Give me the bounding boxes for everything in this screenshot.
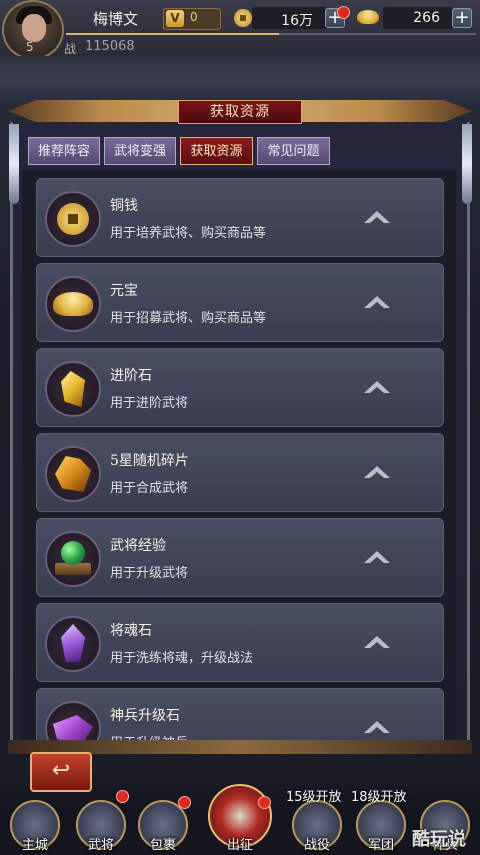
list-item[interactable]: 神兵升级石 用于升级神兵 xyxy=(36,688,444,744)
unlock-level-label: 15级开放 xyxy=(286,790,342,805)
nav-label: 战役 xyxy=(303,838,330,853)
player-level: 5 xyxy=(26,40,34,54)
item-title: 武将经验 xyxy=(110,538,166,554)
ingot-value: 266 xyxy=(413,10,440,26)
exp-orb-icon xyxy=(45,531,101,587)
player-name: 梅博文 xyxy=(93,10,139,28)
list-item[interactable]: 进阶石 用于进阶武将 xyxy=(36,348,444,427)
tab-faq[interactable]: 常见问题 xyxy=(257,137,330,165)
expand-chevron-icon[interactable] xyxy=(362,462,392,482)
item-desc: 用于培养武将、购买商品等 xyxy=(110,226,267,241)
coin-icon xyxy=(234,9,252,27)
nav-label: 武将 xyxy=(87,838,114,853)
item-desc: 用于洗练将魂，升级战法 xyxy=(110,651,254,666)
background-scene xyxy=(0,56,480,106)
nav-label: 包裹 xyxy=(149,838,176,853)
expand-chevron-icon[interactable] xyxy=(362,292,392,312)
expand-chevron-icon[interactable] xyxy=(362,717,392,737)
nav-label: 军团 xyxy=(367,838,394,853)
right-tassel-ornament xyxy=(462,124,472,204)
expand-chevron-icon[interactable] xyxy=(362,632,392,652)
panel-title: 获取资源 xyxy=(178,100,302,124)
power-icon: 战 xyxy=(64,42,77,56)
soul-stone-icon xyxy=(45,616,101,672)
item-title: 铜钱 xyxy=(110,198,138,214)
back-button[interactable]: ↩ xyxy=(30,752,92,792)
left-tassel-ornament xyxy=(9,124,19,204)
fragment-icon xyxy=(45,446,101,502)
gold-ingot-icon xyxy=(45,276,101,332)
vip-box[interactable]: V 0 xyxy=(163,8,221,30)
add-ingots-button[interactable]: + xyxy=(452,8,472,28)
xp-bar-fill xyxy=(66,33,279,35)
tab-get-resources[interactable]: 获取资源 xyxy=(180,137,253,165)
item-title: 神兵升级石 xyxy=(110,708,180,724)
notification-dot xyxy=(258,796,271,809)
vip-icon: V xyxy=(166,10,184,27)
item-title: 将魂石 xyxy=(110,623,152,639)
list-item[interactable]: 铜钱 用于培养武将、购买商品等 xyxy=(36,178,444,257)
expand-chevron-icon[interactable] xyxy=(362,547,392,567)
item-title: 进阶石 xyxy=(110,368,152,384)
power-value: 115068 xyxy=(85,39,135,54)
expand-chevron-icon[interactable] xyxy=(362,207,392,227)
list-item[interactable]: 将魂石 用于洗练将魂，升级战法 xyxy=(36,603,444,682)
item-desc: 用于招募武将、购买商品等 xyxy=(110,311,267,326)
avatar-face xyxy=(22,14,46,42)
list-item[interactable]: 武将经验 用于升级武将 xyxy=(36,518,444,597)
tab-recommended-lineup[interactable]: 推荐阵容 xyxy=(28,137,100,165)
unlock-level-label: 18级开放 xyxy=(351,790,407,805)
ingot-icon xyxy=(357,10,379,24)
coin-value: 16万 xyxy=(281,13,313,29)
item-title: 元宝 xyxy=(110,283,138,299)
item-desc: 用于升级武将 xyxy=(110,566,189,581)
nav-label: 主城 xyxy=(21,838,48,853)
copper-coin-icon xyxy=(45,191,101,247)
item-desc: 用于合成武将 xyxy=(110,481,189,496)
expand-chevron-icon[interactable] xyxy=(362,377,392,397)
notification-dot xyxy=(116,790,129,803)
notification-dot xyxy=(178,796,191,809)
list-item[interactable]: 5星随机碎片 用于合成武将 xyxy=(36,433,444,512)
watermark: 酷玩说 xyxy=(412,829,466,850)
list-item[interactable]: 元宝 用于招募武将、购买商品等 xyxy=(36,263,444,342)
item-desc: 用于进阶武将 xyxy=(110,396,189,411)
weapon-stone-icon xyxy=(45,701,101,744)
notification-dot xyxy=(337,6,350,19)
advance-stone-icon xyxy=(45,361,101,417)
resource-list[interactable]: 铜钱 用于培养武将、购买商品等 元宝 用于招募武将、购买商品等 进阶石 用于进阶… xyxy=(22,170,456,744)
tab-hero-upgrade[interactable]: 武将变强 xyxy=(104,137,176,165)
item-title: 5星随机碎片 xyxy=(110,453,189,469)
nav-label: 出征 xyxy=(226,838,253,853)
vip-level: 0 xyxy=(190,10,198,24)
